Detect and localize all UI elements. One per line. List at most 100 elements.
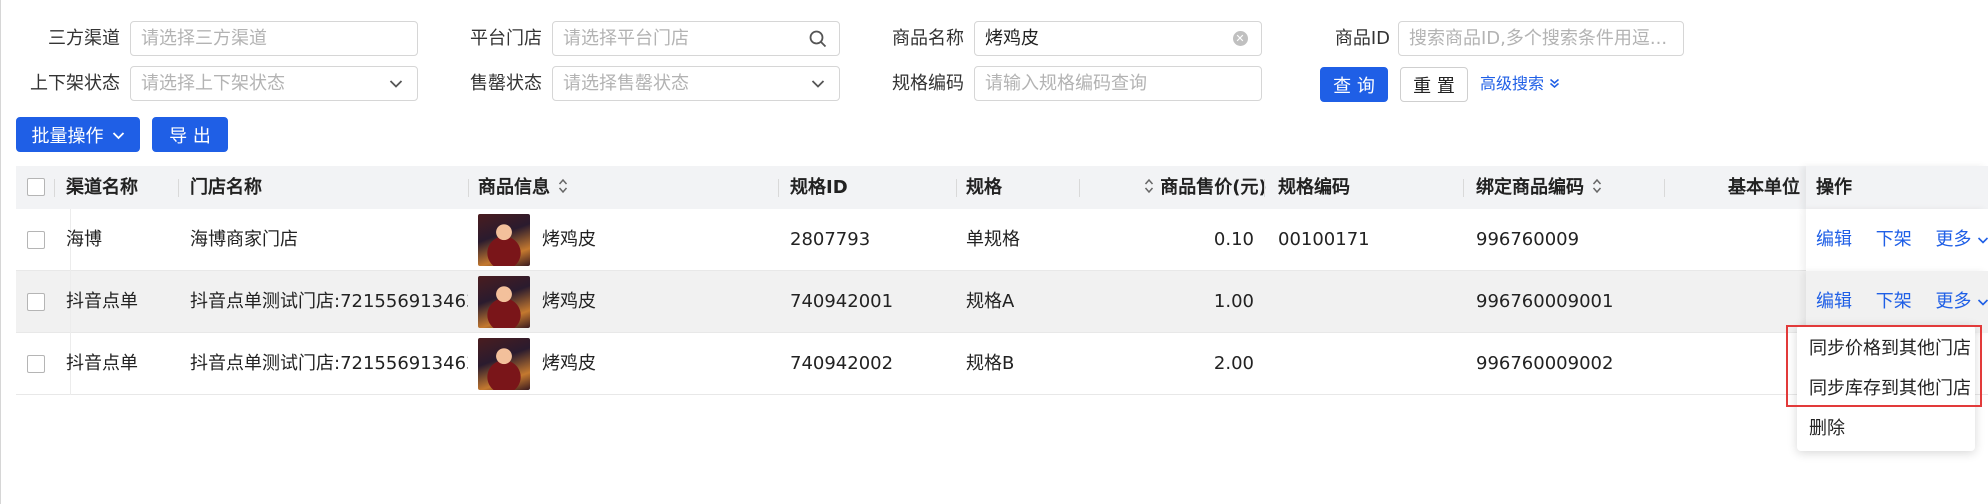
cell-spec: 单规格: [966, 229, 1020, 250]
product-thumbnail: [478, 276, 530, 328]
column-price-label: 商品售价(元): [1160, 177, 1267, 198]
highlight-annotation-box: [1786, 325, 1982, 407]
product-thumbnail: [478, 338, 530, 390]
column-store: 门店名称: [190, 177, 262, 198]
cell-spec-id: 740942002: [790, 353, 894, 374]
take-down-link[interactable]: 下架: [1876, 229, 1912, 250]
column-divider: [1463, 179, 1464, 197]
cell-store: 海博商家门店: [190, 229, 298, 250]
cell-spec: 规格B: [966, 353, 1015, 374]
sold-out-placeholder: 请选择售罄状态: [563, 73, 689, 94]
cell-spec-id: 740942001: [790, 291, 894, 312]
edit-link[interactable]: 编辑: [1816, 229, 1852, 250]
column-divider: [54, 179, 55, 197]
cell-bound-code: 996760009: [1476, 229, 1580, 250]
product-name-value: 烤鸡皮: [985, 28, 1039, 49]
column-spec-code: 规格编码: [1278, 177, 1350, 198]
advanced-search-link[interactable]: 高级搜索: [1480, 68, 1560, 100]
product-id-placeholder: 搜索商品ID,多个搜索条件用逗...: [1409, 28, 1668, 49]
menu-item-delete[interactable]: 删除: [1809, 413, 1845, 445]
query-button[interactable]: 查 询: [1320, 67, 1388, 102]
store-placeholder: 请选择平台门店: [563, 28, 689, 49]
store-select[interactable]: 请选择平台门店: [552, 21, 840, 56]
sold-out-select[interactable]: 请选择售罄状态: [552, 66, 840, 101]
spec-code-placeholder: 请输入规格编码查询: [985, 73, 1147, 94]
double-chevron-down-icon: [1549, 74, 1560, 93]
channel-select[interactable]: 请选择三方渠道: [130, 21, 418, 56]
export-button[interactable]: 导 出: [152, 117, 228, 152]
edit-link[interactable]: 编辑: [1816, 291, 1852, 312]
product-name-label: 商品名称: [892, 28, 964, 49]
cell-spec-id: 2807793: [790, 229, 871, 250]
table-row: 抖音点单 抖音点单测试门店:72155691346326 烤鸡皮 7409420…: [16, 271, 1988, 333]
chevron-down-icon: [1977, 229, 1988, 250]
column-divider: [178, 179, 179, 197]
spec-code-label: 规格编码: [892, 73, 964, 94]
cell-channel: 抖音点单: [66, 291, 138, 312]
column-channel: 渠道名称: [66, 177, 138, 198]
batch-operation-button[interactable]: 批量操作: [16, 117, 140, 152]
cell-product: 烤鸡皮: [542, 291, 596, 312]
chevron-down-icon: [385, 67, 407, 100]
sort-icon[interactable]: [1592, 167, 1602, 210]
column-unit: 基本单位: [1728, 177, 1800, 198]
chevron-down-icon: [807, 67, 829, 100]
cell-channel: 抖音点单: [66, 353, 138, 374]
more-label: 更多: [1935, 291, 1972, 312]
column-bound-code-label: 绑定商品编码: [1476, 177, 1584, 198]
sort-icon[interactable]: [558, 167, 568, 210]
channel-label: 三方渠道: [48, 28, 120, 49]
cell-spec: 规格A: [966, 291, 1015, 312]
sort-icon[interactable]: [1144, 167, 1154, 210]
table-header: 渠道名称 门店名称 商品信息 规格ID 规格 商品售价(元) 规格编码 绑定商品…: [16, 166, 1988, 209]
cell-bound-code: 996760009001: [1476, 291, 1614, 312]
column-divider: [778, 179, 779, 197]
column-divider: [468, 179, 469, 197]
more-link[interactable]: 更多: [1935, 291, 1988, 312]
advanced-search-label: 高级搜索: [1480, 74, 1545, 93]
row-checkbox[interactable]: [27, 355, 45, 373]
clear-icon[interactable]: ✕: [1229, 22, 1251, 55]
column-spec: 规格: [966, 177, 1002, 198]
cell-product: 烤鸡皮: [542, 353, 596, 374]
batch-operation-label: 批量操作: [31, 125, 104, 147]
reset-button[interactable]: 重 置: [1400, 67, 1468, 102]
search-icon[interactable]: [807, 22, 829, 55]
chevron-down-icon: [1977, 291, 1988, 312]
column-divider: [956, 179, 957, 197]
cell-price: 0.10: [1213, 229, 1254, 250]
product-name-input[interactable]: 烤鸡皮 ✕: [974, 21, 1262, 56]
product-id-input[interactable]: 搜索商品ID,多个搜索条件用逗...: [1398, 21, 1684, 56]
store-label: 平台门店: [470, 28, 542, 49]
product-id-label: 商品ID: [1334, 28, 1390, 49]
table-row: 抖音点单 抖音点单测试门店:72155691346326 烤鸡皮 7409420…: [16, 333, 1988, 395]
row-checkbox[interactable]: [27, 231, 45, 249]
cell-bound-code: 996760009002: [1476, 353, 1614, 374]
channel-placeholder: 请选择三方渠道: [141, 28, 267, 49]
cell-store: 抖音点单测试门店:72155691346326: [190, 291, 468, 312]
product-thumbnail: [478, 214, 530, 266]
sold-out-label: 售罄状态: [470, 73, 542, 94]
cell-price: 1.00: [1213, 291, 1254, 312]
cell-product: 烤鸡皮: [542, 229, 596, 250]
column-product-label: 商品信息: [478, 177, 550, 198]
listing-status-select[interactable]: 请选择上下架状态: [130, 66, 418, 101]
listing-status-placeholder: 请选择上下架状态: [141, 73, 285, 94]
column-product[interactable]: 商品信息: [478, 166, 568, 209]
more-label: 更多: [1935, 229, 1972, 250]
cell-actions: 编辑 下架 更多: [1806, 271, 1988, 333]
column-actions: 操作: [1806, 166, 1988, 209]
table-row: 海博 海博商家门店 烤鸡皮 2807793 单规格 0.10 00100171 …: [16, 209, 1988, 271]
cell-store: 抖音点单测试门店:72155691346326: [190, 353, 468, 374]
cell-channel: 海博: [66, 229, 102, 250]
left-border: [0, 0, 1, 504]
spec-code-input[interactable]: 请输入规格编码查询: [974, 66, 1262, 101]
select-all-checkbox[interactable]: [27, 178, 45, 196]
column-price[interactable]: 商品售价(元): [1142, 166, 1267, 209]
cell-price: 2.00: [1213, 353, 1254, 374]
cell-actions: 编辑 下架 更多: [1806, 209, 1988, 271]
column-bound-code[interactable]: 绑定商品编码: [1476, 166, 1602, 209]
more-link[interactable]: 更多: [1935, 229, 1988, 250]
row-checkbox[interactable]: [27, 293, 45, 311]
take-down-link[interactable]: 下架: [1876, 291, 1912, 312]
